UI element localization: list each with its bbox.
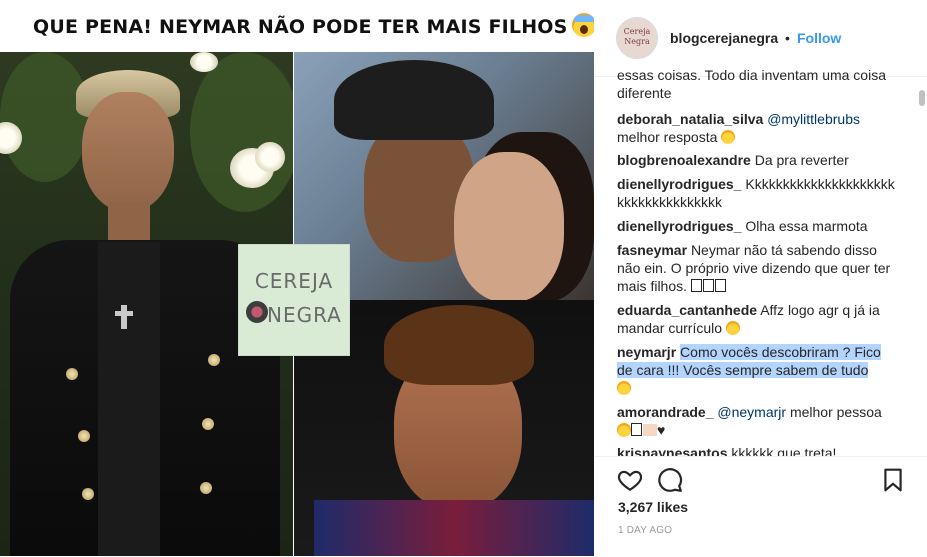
post-actions: 3,267 likes 1 DAY AGO [594,456,927,557]
comments-scrollbar[interactable] [919,90,925,106]
comment-item: deborah_natalia_silva @mylittlebrubs mel… [617,111,860,145]
comment-item: essas coisas. Todo dia inventam uma cois… [617,67,886,101]
username-link[interactable]: blogcerejanegra [670,30,778,46]
cherry-logo-icon [246,301,268,323]
comment-mention[interactable]: @mylittlebrubs [767,111,860,127]
sad-emoji-icon [725,321,740,335]
comment-icon[interactable] [657,467,683,493]
comment-mention[interactable]: @neymarjr [717,404,786,420]
comment-username[interactable]: blogbrenoalexandre [617,152,751,168]
post-headline: QUE PENA! NEYMAR NÃO PODE TER MAIS FILHO… [33,10,594,44]
comment-username[interactable]: krisnaynesantos [617,445,728,456]
bookmark-icon[interactable] [880,467,906,493]
laughing-emoji-icon [721,130,736,144]
post-image[interactable]: QUE PENA! NEYMAR NÃO PODE TER MAIS FILHO… [0,0,594,556]
shocked-face-icon [571,13,594,37]
comment-username[interactable]: neymarjr [617,344,676,360]
post-timestamp[interactable]: 1 DAY AGO [618,525,672,536]
comment-item: krisnaynesantos kkkkkk que treta! [617,444,897,456]
headline-text: QUE PENA! NEYMAR NÃO PODE TER MAIS FILHO… [33,16,568,38]
post-side-panel: Cereja Negra blogcerejanegra • Follow es… [594,0,927,556]
cereja-negra-watermark: CEREJA NEGRA [238,244,350,356]
comment-item: neymarjr Como vocês descobriram ? Fico d… [617,343,897,397]
comment-username[interactable]: deborah_natalia_silva [617,111,763,127]
comment-item: fasneymar Neymar não tá sabendo disso nã… [617,242,891,294]
likes-count[interactable]: 3,267 likes [618,499,688,515]
comment-item: dienellyrodrigues_ Kkkkkkkkkkkkkkkkkkkkk… [617,176,895,210]
comment-username[interactable]: amorandrade_ [617,404,713,420]
comment-username[interactable]: fasneymar [617,242,687,258]
comment-item: eduarda_cantanhede Affz logo agr q já ia… [617,302,880,336]
shocked-emoji-icon [617,381,631,395]
laughing-emoji-icon [617,423,631,437]
follow-button[interactable]: Follow [797,30,841,46]
comment-username[interactable]: eduarda_cantanhede [617,302,757,318]
comment-item: blogbrenoalexandre Da pra reverter [617,152,849,168]
comment-username[interactable]: dienellyrodrigues_ [617,176,741,192]
comment-username[interactable]: dienellyrodrigues_ [617,218,741,234]
avatar[interactable]: Cereja Negra [616,17,658,59]
comment-item: amorandrade_ @neymarjr melhor pessoa ♥ [617,404,882,438]
header-separator: • [785,30,790,46]
comment-item: dienellyrodrigues_ Olha essa marmota [617,218,868,234]
heart-icon[interactable] [617,467,643,493]
comments-list[interactable]: essas coisas. Todo dia inventam uma cois… [594,54,927,456]
